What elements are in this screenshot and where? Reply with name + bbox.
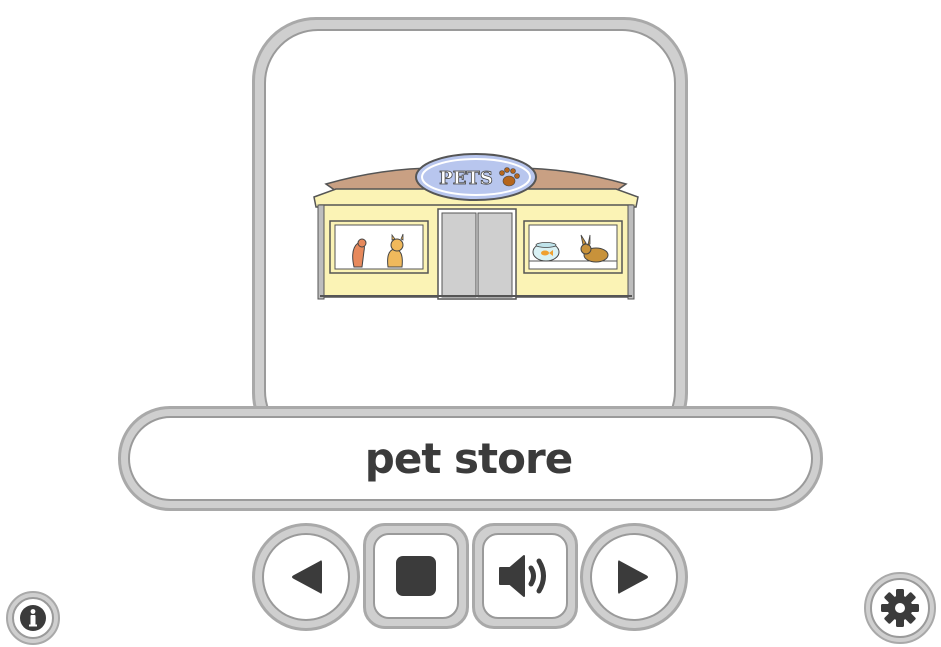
next-button[interactable] xyxy=(580,523,688,631)
next-button-inner xyxy=(590,533,678,621)
picture-card: PETS xyxy=(252,17,688,457)
word-bar-inner: pet store xyxy=(128,416,813,501)
word-bar: pet store xyxy=(118,406,823,511)
sound-button[interactable] xyxy=(472,523,578,629)
previous-button[interactable] xyxy=(252,523,360,631)
stop-button-inner xyxy=(373,533,459,619)
triangle-right-icon xyxy=(618,560,648,594)
fishbowl-icon xyxy=(532,242,560,262)
stop-button[interactable] xyxy=(363,523,469,629)
sound-button-inner xyxy=(482,533,568,619)
settings-button[interactable] xyxy=(864,572,936,644)
store-sign-text: PETS xyxy=(439,168,493,189)
store-door-right xyxy=(477,212,513,298)
stop-square-icon xyxy=(396,556,436,596)
settings-button-inner xyxy=(870,578,930,638)
info-button-inner xyxy=(12,597,54,639)
info-button[interactable] xyxy=(6,591,60,645)
picture-card-inner: PETS xyxy=(264,29,676,445)
triangle-left-icon xyxy=(292,560,322,594)
pet-store-illustration: PETS xyxy=(313,153,639,300)
word-label: pet store xyxy=(364,434,573,483)
speaker-icon xyxy=(499,555,546,597)
previous-button-inner xyxy=(262,533,350,621)
store-door-left xyxy=(441,212,477,298)
gear-icon xyxy=(881,589,919,627)
flashcard-stage: PETS pet store xyxy=(0,0,941,647)
info-icon xyxy=(20,605,46,631)
